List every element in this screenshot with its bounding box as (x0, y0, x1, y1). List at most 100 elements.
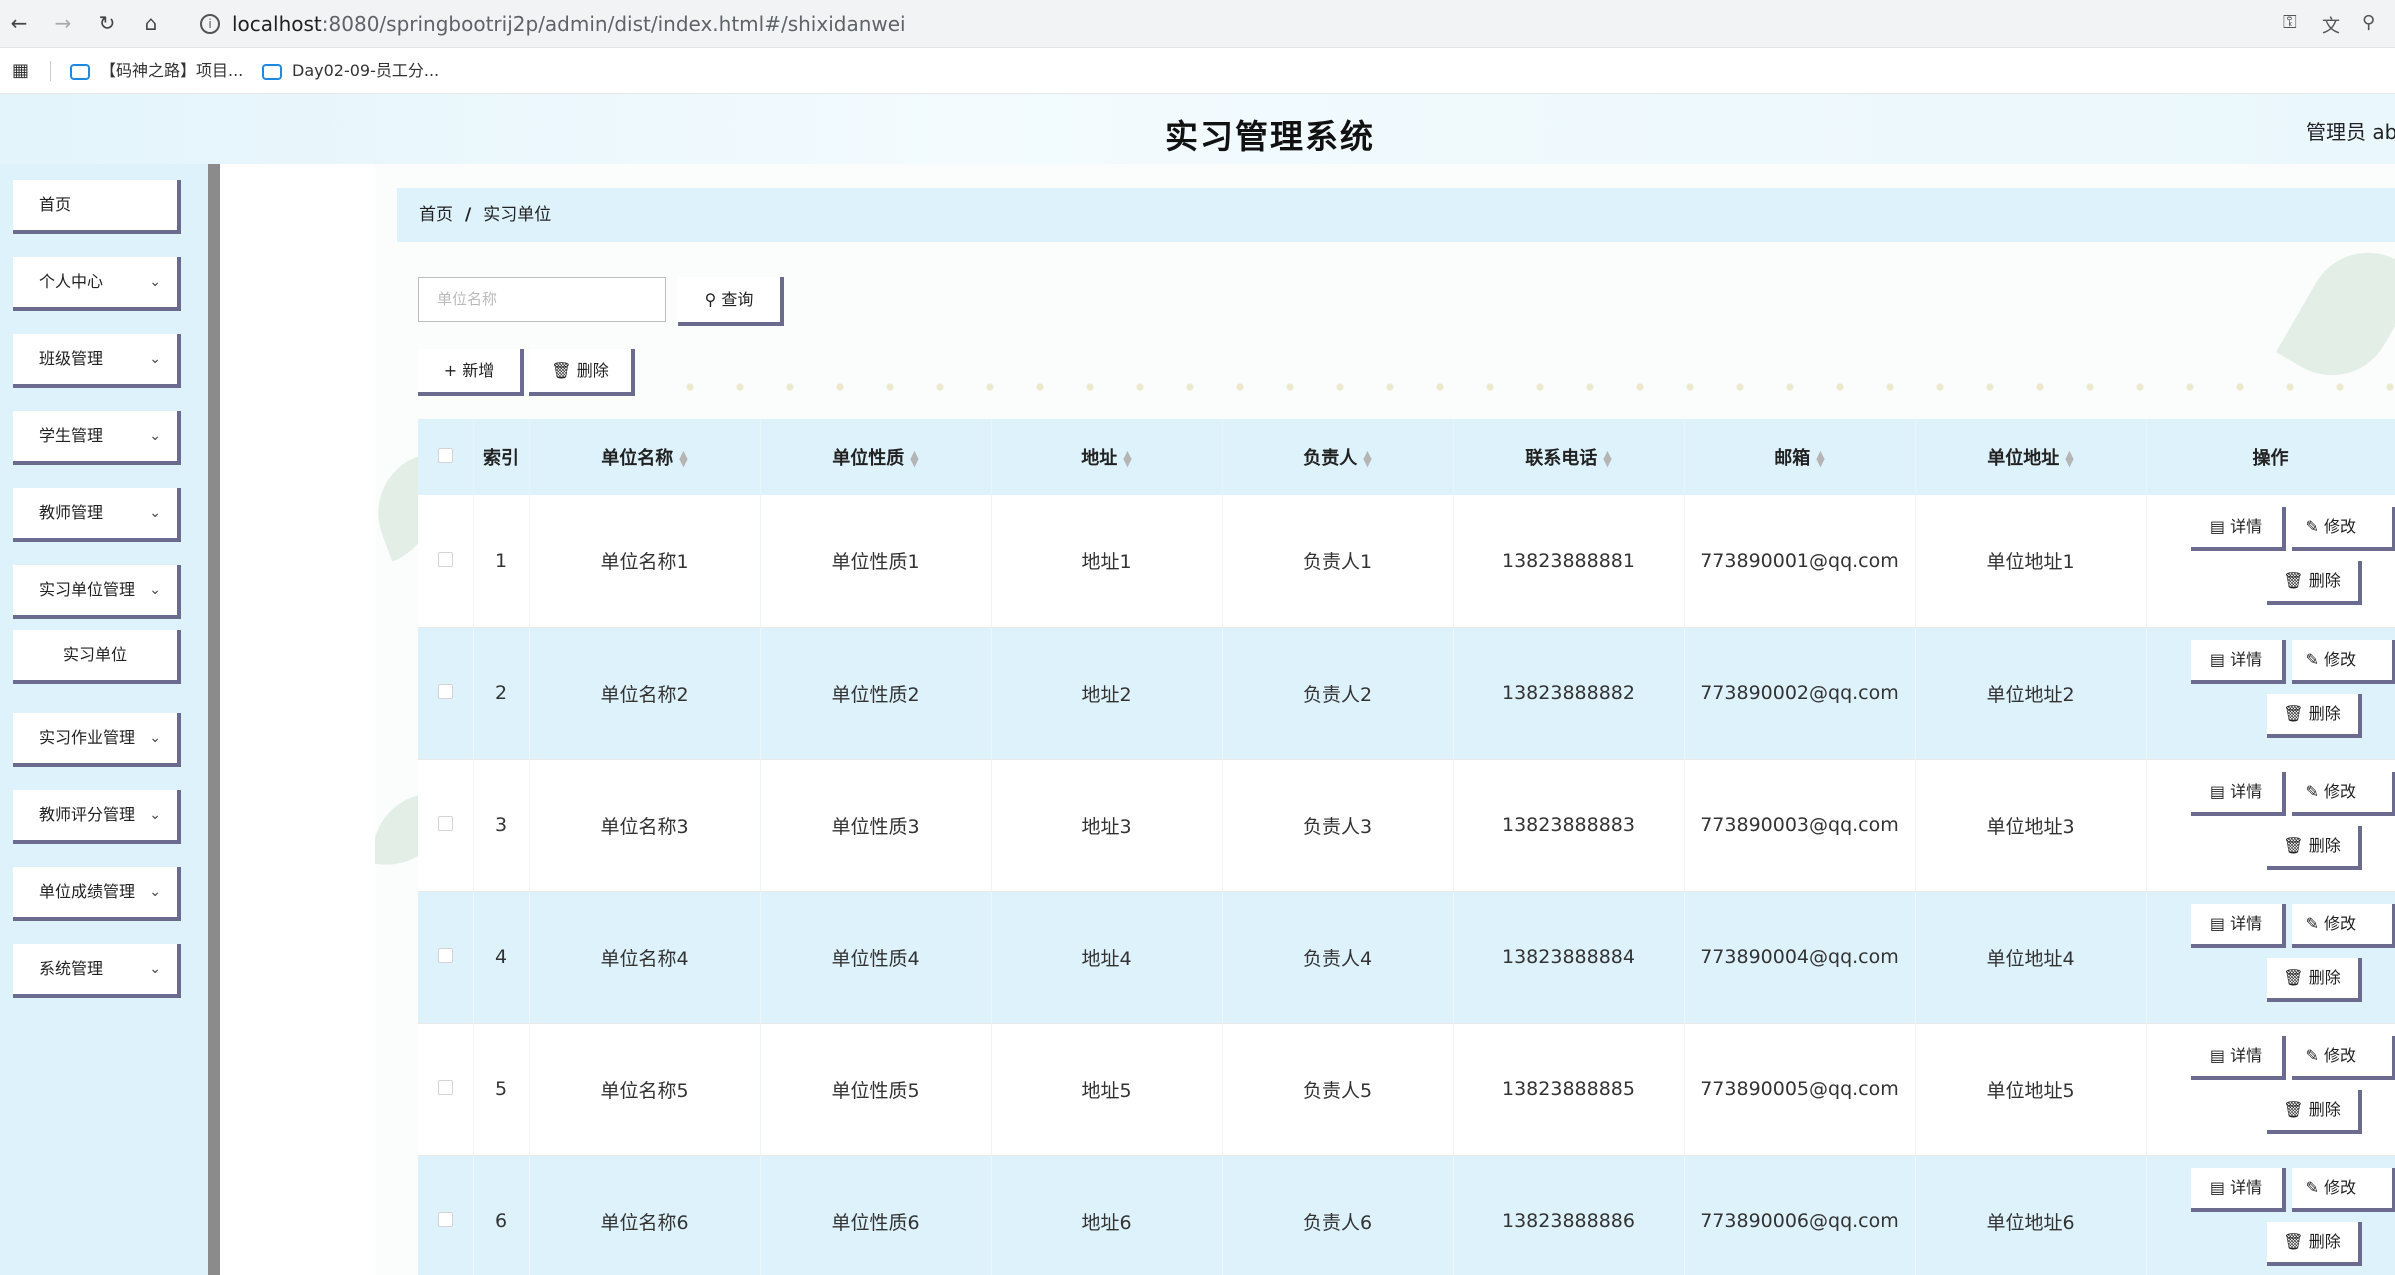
actions-cell: ▤ 详情 ✎ 修改 🗑 删除 (2146, 495, 2395, 628)
sidebar-item-unit-score-management[interactable]: 单位成绩管理 ⌄ (13, 867, 181, 921)
row-select-cell[interactable] (418, 1023, 474, 1156)
cell-name: 单位名称3 (529, 759, 761, 892)
cell-phone: 13823888885 (1453, 1023, 1685, 1156)
cell-email: 773890005@qq.com (1684, 1023, 1916, 1156)
checkbox[interactable] (437, 1212, 453, 1227)
delete-button[interactable]: 🗑 删除 (2266, 1089, 2362, 1134)
cell-email: 773890002@qq.com (1684, 627, 1916, 760)
sidebar-item-class-management[interactable]: 班级管理 ⌄ (13, 334, 181, 388)
bookmark-item[interactable]: Day02-09-员工分... (262, 48, 439, 94)
table-header-row: 索引 单位名称 ▲ ▼ 单位性质 ▲ ▼ 地址 ▲ ▼ 负责人 ▲ ▼ 联系电话 ▲ ▼ 邮箱 ▲ ▼ … (418, 419, 2395, 495)
batch-delete-button[interactable]: 🗑 删除 (529, 349, 635, 396)
edit-button[interactable]: ✎ 修改 (2291, 507, 2395, 551)
cell-index: 4 (473, 891, 530, 1024)
row-select-cell[interactable] (418, 627, 474, 760)
checkbox[interactable] (437, 1080, 453, 1095)
edit-button[interactable]: ✎ 修改 (2291, 1035, 2395, 1080)
sort-icon[interactable]: ▲ ▼ (679, 449, 687, 468)
password-key-icon[interactable]: ⚿ (2283, 12, 2297, 33)
row-select-cell[interactable] (418, 891, 474, 1024)
detail-button[interactable]: ▤ 详情 (2190, 771, 2286, 816)
sort-icon[interactable]: ▲ ▼ (1816, 449, 1824, 468)
column-header-nature[interactable]: 单位性质 ▲ ▼ (760, 419, 992, 495)
detail-button[interactable]: ▤ 详情 (2190, 507, 2286, 551)
detail-button[interactable]: ▤ 详情 (2190, 1167, 2286, 1212)
sidebar-item-intern-unit[interactable]: 实习单位 (13, 630, 181, 684)
checkbox[interactable] (437, 447, 453, 463)
detail-button[interactable]: ▤ 详情 (2190, 1035, 2286, 1080)
sidebar-item-homework-management[interactable]: 实习作业管理 ⌄ (13, 713, 181, 767)
sidebar-item-home[interactable]: 首页 (13, 180, 181, 234)
sidebar-item-system-management[interactable]: 系统管理 ⌄ (13, 944, 181, 998)
search-button[interactable]: ⚲ 查询 (678, 277, 784, 326)
delete-button[interactable]: 🗑 删除 (2266, 957, 2362, 1002)
sidebar-item-student-management[interactable]: 学生管理 ⌄ (13, 411, 181, 465)
edit-button[interactable]: ✎ 修改 (2291, 1167, 2395, 1212)
sort-icon[interactable]: ▲ ▼ (1603, 449, 1611, 468)
add-button[interactable]: + 新增 (418, 349, 524, 396)
column-header-actions: 操作 (2146, 419, 2395, 495)
select-all-checkbox[interactable] (418, 419, 474, 495)
column-header-unit-address[interactable]: 单位地址 ▲ ▼ (1915, 419, 2147, 495)
reload-icon[interactable]: ↻ (94, 10, 120, 36)
checkbox[interactable] (437, 684, 453, 699)
sidebar-item-intern-unit-management[interactable]: 实习单位管理 ⌄ (13, 565, 181, 619)
column-header-email[interactable]: 邮箱 ▲ ▼ (1684, 419, 1916, 495)
forward-arrow-icon[interactable]: → (50, 10, 76, 36)
apps-grid-icon[interactable]: ▦ (12, 48, 29, 94)
column-header-phone[interactable]: 联系电话 ▲ ▼ (1453, 419, 1685, 495)
sidebar-item-personal-center[interactable]: 个人中心 ⌄ (13, 257, 181, 311)
sort-icon[interactable]: ▲ ▼ (1363, 449, 1371, 468)
edit-button[interactable]: ✎ 修改 (2291, 771, 2395, 816)
edit-button[interactable]: ✎ 修改 (2291, 639, 2395, 684)
table-row: 3 单位名称3 单位性质3 地址3 负责人3 13823888883 773890003@q… (418, 759, 2395, 892)
site-info-icon[interactable]: i (200, 14, 220, 34)
delete-button[interactable]: 🗑 删除 (2266, 825, 2362, 870)
column-header-manager[interactable]: 负责人 ▲ ▼ (1222, 419, 1454, 495)
detail-button[interactable]: ▤ 详情 (2190, 903, 2286, 948)
sort-icon[interactable]: ▲ ▼ (1123, 449, 1131, 468)
delete-button-label: 删除 (2308, 1099, 2341, 1119)
sidebar-item-teacher-score-management[interactable]: 教师评分管理 ⌄ (13, 790, 181, 844)
checkbox[interactable] (437, 816, 453, 831)
edit-button[interactable]: ✎ 修改 (2291, 903, 2395, 948)
back-arrow-icon[interactable]: ← (6, 10, 32, 36)
column-header-label: 单位名称 (601, 448, 674, 469)
row-select-cell[interactable] (418, 495, 474, 628)
unit-name-search-input[interactable]: 单位名称 (418, 277, 666, 322)
cell-unit-address: 单位地址6 (1915, 1155, 2147, 1275)
pencil-icon: ✎ (2305, 913, 2319, 933)
edit-button-label: 修改 (2324, 1177, 2357, 1197)
row-select-cell[interactable] (418, 759, 474, 892)
edit-button-label: 修改 (2324, 649, 2357, 669)
sort-icon[interactable]: ▲ ▼ (2065, 449, 2073, 468)
delete-button[interactable]: 🗑 删除 (2266, 693, 2362, 738)
actions-cell: ▤ 详情 ✎ 修改 🗑 删除 (2146, 1155, 2395, 1275)
cell-phone: 13823888883 (1453, 759, 1685, 892)
column-header-address[interactable]: 地址 ▲ ▼ (991, 419, 1223, 495)
delete-button[interactable]: 🗑 删除 (2266, 1221, 2362, 1266)
home-icon[interactable]: ⌂ (138, 10, 164, 36)
row-select-cell[interactable] (418, 1155, 474, 1275)
sidebar-scrollbar[interactable] (208, 164, 220, 1275)
checkbox[interactable] (437, 948, 453, 963)
bookmark-label: 【码神之路】项目... (100, 61, 244, 80)
actions-cell: ▤ 详情 ✎ 修改 🗑 删除 (2146, 759, 2395, 892)
sidebar-item-teacher-management[interactable]: 教师管理 ⌄ (13, 488, 181, 542)
translate-icon[interactable]: 文 (2322, 12, 2340, 38)
breadcrumb-home[interactable]: 首页 (419, 205, 453, 225)
user-info[interactable]: 管理员 abc (2306, 116, 2395, 145)
detail-button[interactable]: ▤ 详情 (2190, 639, 2286, 684)
chevron-down-icon: ⌄ (149, 884, 161, 900)
checkbox[interactable] (437, 551, 453, 567)
zoom-icon[interactable]: ⚲ (2362, 12, 2375, 33)
address-bar[interactable]: i localhost:8080/springbootrij2p/admin/d… (188, 5, 2388, 43)
column-header-name[interactable]: 单位名称 ▲ ▼ (529, 419, 761, 495)
delete-button[interactable]: 🗑 删除 (2266, 561, 2362, 605)
search-icon: ⚲ (704, 290, 717, 309)
bookmark-label: Day02-09-员工分... (292, 61, 440, 80)
search-button-label: 查询 (721, 290, 754, 309)
bookmark-item[interactable]: 【码神之路】项目... (70, 48, 243, 94)
cell-address: 地址4 (991, 891, 1223, 1024)
sort-icon[interactable]: ▲ ▼ (910, 449, 918, 468)
